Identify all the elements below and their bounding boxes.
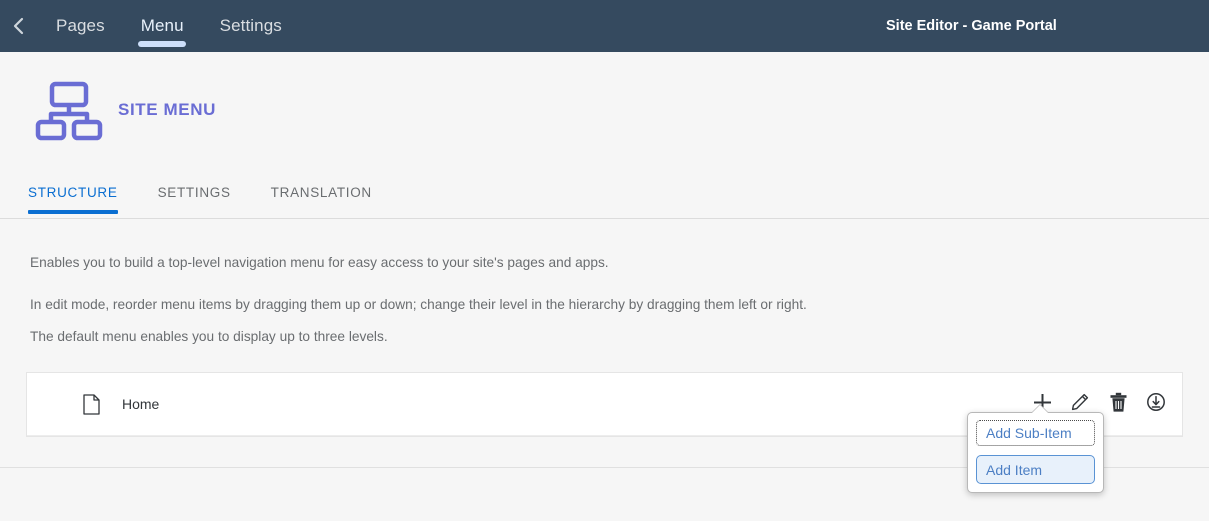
nav-tab-settings[interactable]: Settings [202,0,300,52]
circle-arrow-down-icon [1146,392,1166,417]
section-tab-bar: STRUCTURE SETTINGS TRANSLATION [0,167,1209,219]
page-header: SITE MENU [0,52,1209,167]
popover-item-add-sub-item-label: Add Sub-Item [986,425,1072,441]
tab-structure[interactable]: STRUCTURE [28,167,136,218]
top-nav-left-group: Pages Menu Settings [0,0,300,52]
popover-item-add-item[interactable]: Add Item [976,455,1095,484]
popover-item-add-sub-item[interactable]: Add Sub-Item [976,420,1095,446]
app-title: Site Editor - Game Portal [886,18,1057,34]
tab-translation-label: TRANSLATION [270,185,372,200]
nav-tab-settings-label: Settings [219,16,282,35]
nav-tab-menu[interactable]: Menu [123,0,202,52]
description-line-3: The default menu enables you to display … [30,328,388,344]
sitemap-icon [30,70,110,150]
tab-structure-label: STRUCTURE [28,185,118,200]
top-navigation-bar: Pages Menu Settings Site Editor - Game P… [0,0,1209,52]
delete-trash-icon [1109,392,1128,418]
page-document-icon [83,393,100,415]
nav-tab-pages-label: Pages [56,16,105,35]
page-title: SITE MENU [118,99,216,119]
menu-item-label: Home [122,396,160,412]
chevron-left-icon [12,16,26,36]
tab-settings-label: SETTINGS [157,185,231,200]
add-menu-popover: Add Sub-Item Add Item [967,412,1104,493]
nav-tab-pages[interactable]: Pages [38,0,123,52]
tab-translation[interactable]: TRANSLATION [253,167,390,218]
popover-item-add-item-label: Add Item [986,461,1043,478]
description-line-1: Enables you to build a top-level navigat… [30,255,609,270]
delete-button[interactable] [1106,392,1130,418]
tab-settings[interactable]: SETTINGS [140,167,249,218]
nav-tab-menu-label: Menu [140,16,184,35]
description-line-2: In edit mode, reorder menu items by drag… [30,296,807,312]
move-button[interactable] [1144,393,1168,417]
back-button[interactable] [0,0,38,52]
